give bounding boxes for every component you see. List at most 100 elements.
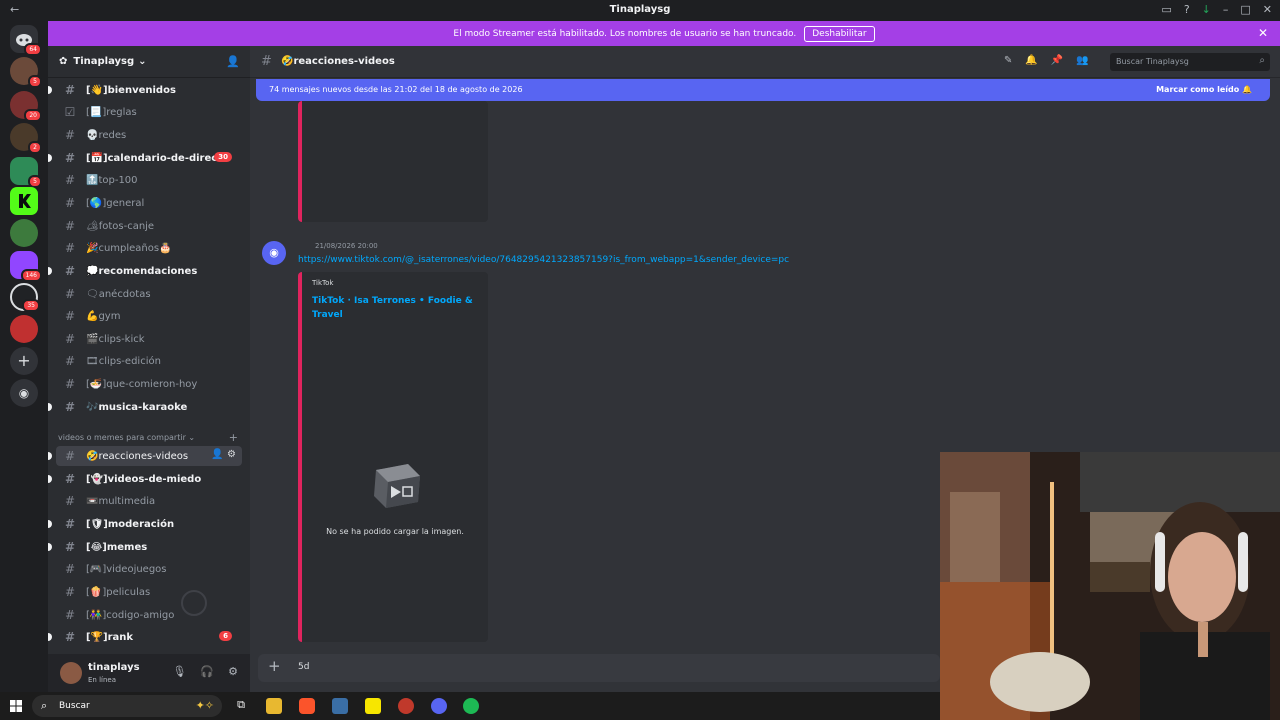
file-explorer-icon[interactable] bbox=[266, 698, 282, 714]
user-controls: 🎙 🎧 ⚙ bbox=[172, 665, 238, 678]
composer-input[interactable]: 5d bbox=[298, 662, 309, 672]
channel-name: 🗨anécdotas bbox=[86, 288, 151, 300]
channel-item[interactable]: ☑ [📃]reglas bbox=[56, 102, 242, 122]
channel-name: 📼multimedia bbox=[86, 495, 156, 507]
windows-start-icon[interactable] bbox=[10, 700, 22, 712]
discord-icon[interactable] bbox=[431, 698, 447, 714]
new-messages-text: 74 mensajes nuevos desde las 21:02 del 1… bbox=[269, 85, 523, 94]
explore-icon[interactable]: ◉ bbox=[10, 379, 38, 407]
channel-name: [📅]calendario-de-directo bbox=[86, 152, 229, 164]
download-icon[interactable]: ↓ bbox=[1202, 3, 1211, 16]
channel-item[interactable]: # [👫]codigo-amigo bbox=[56, 605, 242, 625]
threads-icon[interactable]: ✎ bbox=[1004, 55, 1012, 66]
channel-item[interactable]: # [👻]videos-de-miedo bbox=[48, 469, 242, 489]
header-icons: ✎ 🔔 📌 👥 bbox=[1004, 55, 1089, 66]
channel-item[interactable]: # 🎬clips-kick bbox=[56, 329, 242, 349]
guild-name: Tinaplaysg bbox=[73, 56, 135, 67]
channel-item[interactable]: # 📼multimedia bbox=[56, 491, 242, 511]
channel-item[interactable]: # [🍜]que-comieron-hoy bbox=[56, 374, 242, 394]
invite-people-icon[interactable]: 👤 bbox=[226, 55, 240, 68]
headphones-icon[interactable]: 🎧 bbox=[200, 665, 214, 678]
chat-header: # 🤣reacciones-videos ✎ 🔔 📌 👥 Buscar Tina… bbox=[250, 46, 1280, 78]
channel-item[interactable]: # 💀redes bbox=[56, 125, 242, 145]
avatar[interactable] bbox=[60, 662, 82, 684]
server-badge: 64 bbox=[24, 43, 42, 56]
task-view-icon[interactable]: ⧉ bbox=[233, 698, 249, 714]
maximize-button[interactable]: □ bbox=[1240, 3, 1250, 16]
channel-item[interactable]: # [🍿]peliculas bbox=[56, 582, 242, 602]
bot-avatar[interactable]: ◉ bbox=[262, 241, 286, 265]
members-icon[interactable]: 👥 bbox=[1076, 55, 1088, 66]
channel-item[interactable]: # [😂]memes bbox=[48, 537, 242, 557]
hash-icon: # bbox=[64, 83, 76, 97]
server-icon[interactable]: 5 bbox=[10, 57, 42, 88]
channel-name: [🏆]rank bbox=[86, 631, 134, 643]
message-link[interactable]: https://www.tiktok.com/@_isaterrones/vid… bbox=[298, 255, 789, 265]
channel-item[interactable]: # 🗨anécdotas bbox=[56, 284, 242, 304]
channel-item[interactable]: # 🎉cumpleaños🎂 bbox=[56, 238, 242, 258]
channel-item[interactable]: # 🔝top-100 bbox=[56, 170, 242, 190]
sticky-notes-icon[interactable] bbox=[365, 698, 381, 714]
close-icon[interactable]: ✕ bbox=[1258, 26, 1268, 40]
channel-item[interactable]: # 💪gym bbox=[56, 306, 242, 326]
minimize-button[interactable]: – bbox=[1223, 3, 1229, 16]
pin-icon[interactable]: 📌 bbox=[1051, 55, 1063, 66]
hash-icon: # bbox=[64, 377, 76, 391]
home-server-icon[interactable]: 64 bbox=[10, 25, 42, 56]
channel-item[interactable]: # [👋]bienvenidos bbox=[48, 80, 242, 100]
message-composer[interactable]: + 5d bbox=[258, 654, 940, 682]
kick-logo-icon bbox=[19, 194, 31, 208]
webcam-image bbox=[940, 452, 1280, 720]
server-icon[interactable]: 5 bbox=[10, 157, 42, 188]
invite-icon[interactable]: 👤 bbox=[211, 449, 223, 460]
category-header[interactable]: videos o memes para compartir ⌄ + bbox=[58, 431, 238, 444]
channel-item[interactable]: # 🎞clips-edición bbox=[56, 351, 242, 371]
disable-streamer-button[interactable]: Deshabilitar bbox=[804, 25, 875, 42]
hash-icon: # bbox=[64, 354, 76, 368]
close-window-button[interactable]: ✕ bbox=[1263, 3, 1272, 16]
channel-item[interactable]: # [🎮]videojuegos bbox=[56, 559, 242, 579]
hash-icon: # bbox=[64, 287, 76, 301]
kick-server-icon[interactable] bbox=[10, 187, 38, 215]
channel-item[interactable]: # 🎶musica-karaoke bbox=[48, 397, 242, 417]
help-icon[interactable]: ? bbox=[1184, 3, 1190, 16]
channel-item[interactable]: # [📅]calendario-de-directo 30 bbox=[48, 148, 242, 168]
unread-indicator bbox=[48, 543, 52, 551]
add-attachment-icon[interactable]: + bbox=[268, 657, 281, 675]
spotify-icon[interactable] bbox=[463, 698, 479, 714]
app-icon[interactable] bbox=[332, 698, 348, 714]
search-input[interactable]: Buscar Tinaplaysg ⌕ bbox=[1110, 53, 1270, 71]
channel-item[interactable]: # 🏕fotos-canje bbox=[56, 216, 242, 236]
server-icon[interactable] bbox=[10, 219, 38, 247]
add-server-icon[interactable]: + bbox=[10, 347, 38, 375]
gear-icon[interactable]: ⚙ bbox=[227, 449, 236, 460]
channel-name: 🎉cumpleaños🎂 bbox=[86, 242, 172, 254]
mark-as-read-button[interactable]: Marcar como leído 🔔 bbox=[1156, 85, 1252, 94]
server-icon[interactable]: 2 bbox=[10, 123, 42, 154]
channel-item[interactable]: # [🌎]general bbox=[56, 193, 242, 213]
inbox-icon[interactable]: ▭ bbox=[1161, 3, 1171, 16]
twitch-server-icon[interactable]: 146 bbox=[10, 251, 42, 282]
hash-icon: # bbox=[261, 54, 272, 69]
rules-icon: ☑ bbox=[64, 105, 76, 119]
microphone-icon[interactable]: 🎙 bbox=[172, 665, 186, 678]
guild-header[interactable]: ✿ Tinaplaysg ⌄ 👤 bbox=[48, 46, 250, 78]
create-channel-icon[interactable]: + bbox=[229, 431, 238, 444]
new-messages-bar[interactable]: 74 mensajes nuevos desde las 21:02 del 1… bbox=[256, 79, 1270, 101]
taskbar-search[interactable]: ⌕ Buscar ✦✧ bbox=[32, 695, 222, 717]
bell-icon[interactable]: 🔔 bbox=[1025, 55, 1037, 66]
gear-icon[interactable]: ⚙ bbox=[228, 665, 238, 678]
channel-item[interactable]: # 💭recomendaciones bbox=[48, 261, 242, 281]
channel-item[interactable]: # [🛡]moderación bbox=[48, 514, 242, 534]
channel-item[interactable]: # [🏆]rank 6 bbox=[48, 627, 242, 647]
server-icon[interactable] bbox=[10, 315, 38, 343]
embed-title[interactable]: TikTok · Isa Terrones • Foodie & Travel bbox=[312, 294, 482, 322]
channel-name: [📃]reglas bbox=[86, 106, 137, 118]
channel-name: [🌎]general bbox=[86, 197, 145, 209]
server-icon[interactable]: 35 bbox=[10, 283, 40, 312]
title-bar: ← Tinaplaysg ▭ ? ↓ – □ ✕ bbox=[0, 0, 1280, 21]
obs-icon[interactable] bbox=[398, 698, 414, 714]
brave-browser-icon[interactable] bbox=[299, 698, 315, 714]
server-icon[interactable]: 20 bbox=[10, 91, 42, 122]
channel-item-active[interactable]: # 🤣reacciones-videos 👤 ⚙ bbox=[48, 446, 242, 466]
